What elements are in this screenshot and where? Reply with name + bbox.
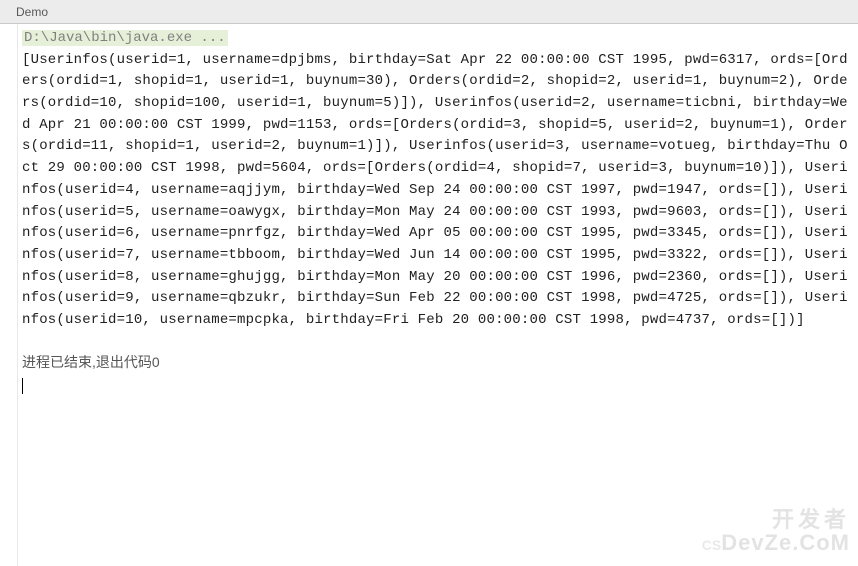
exit-message: 进程已结束,退出代码0 bbox=[22, 352, 858, 376]
command-line-wrapper: D:\Java\bin\java.exe ... bbox=[22, 28, 858, 50]
watermark: 开发者 CSDevZe.CoM bbox=[702, 508, 850, 554]
watermark-line2-main: DevZe.CoM bbox=[721, 530, 850, 555]
exit-message-text: 进程已结束,退出代码0 bbox=[22, 354, 160, 370]
watermark-line2: CSDevZe.CoM bbox=[702, 531, 850, 554]
text-caret bbox=[22, 378, 23, 394]
caret-line bbox=[22, 375, 858, 397]
command-line: D:\Java\bin\java.exe ... bbox=[22, 30, 228, 46]
blank-line bbox=[22, 332, 858, 352]
gutter bbox=[0, 24, 18, 566]
watermark-line2-prefix: CS bbox=[702, 537, 721, 553]
console-area: D:\Java\bin\java.exe ... [Userinfos(user… bbox=[0, 24, 858, 566]
watermark-line1: 开发者 bbox=[702, 508, 850, 531]
tab-bar: Demo bbox=[0, 0, 858, 24]
console-content[interactable]: D:\Java\bin\java.exe ... [Userinfos(user… bbox=[18, 24, 858, 566]
tab-demo[interactable]: Demo bbox=[6, 2, 58, 22]
console-output: [Userinfos(userid=1, username=dpjbms, bi… bbox=[22, 50, 858, 332]
